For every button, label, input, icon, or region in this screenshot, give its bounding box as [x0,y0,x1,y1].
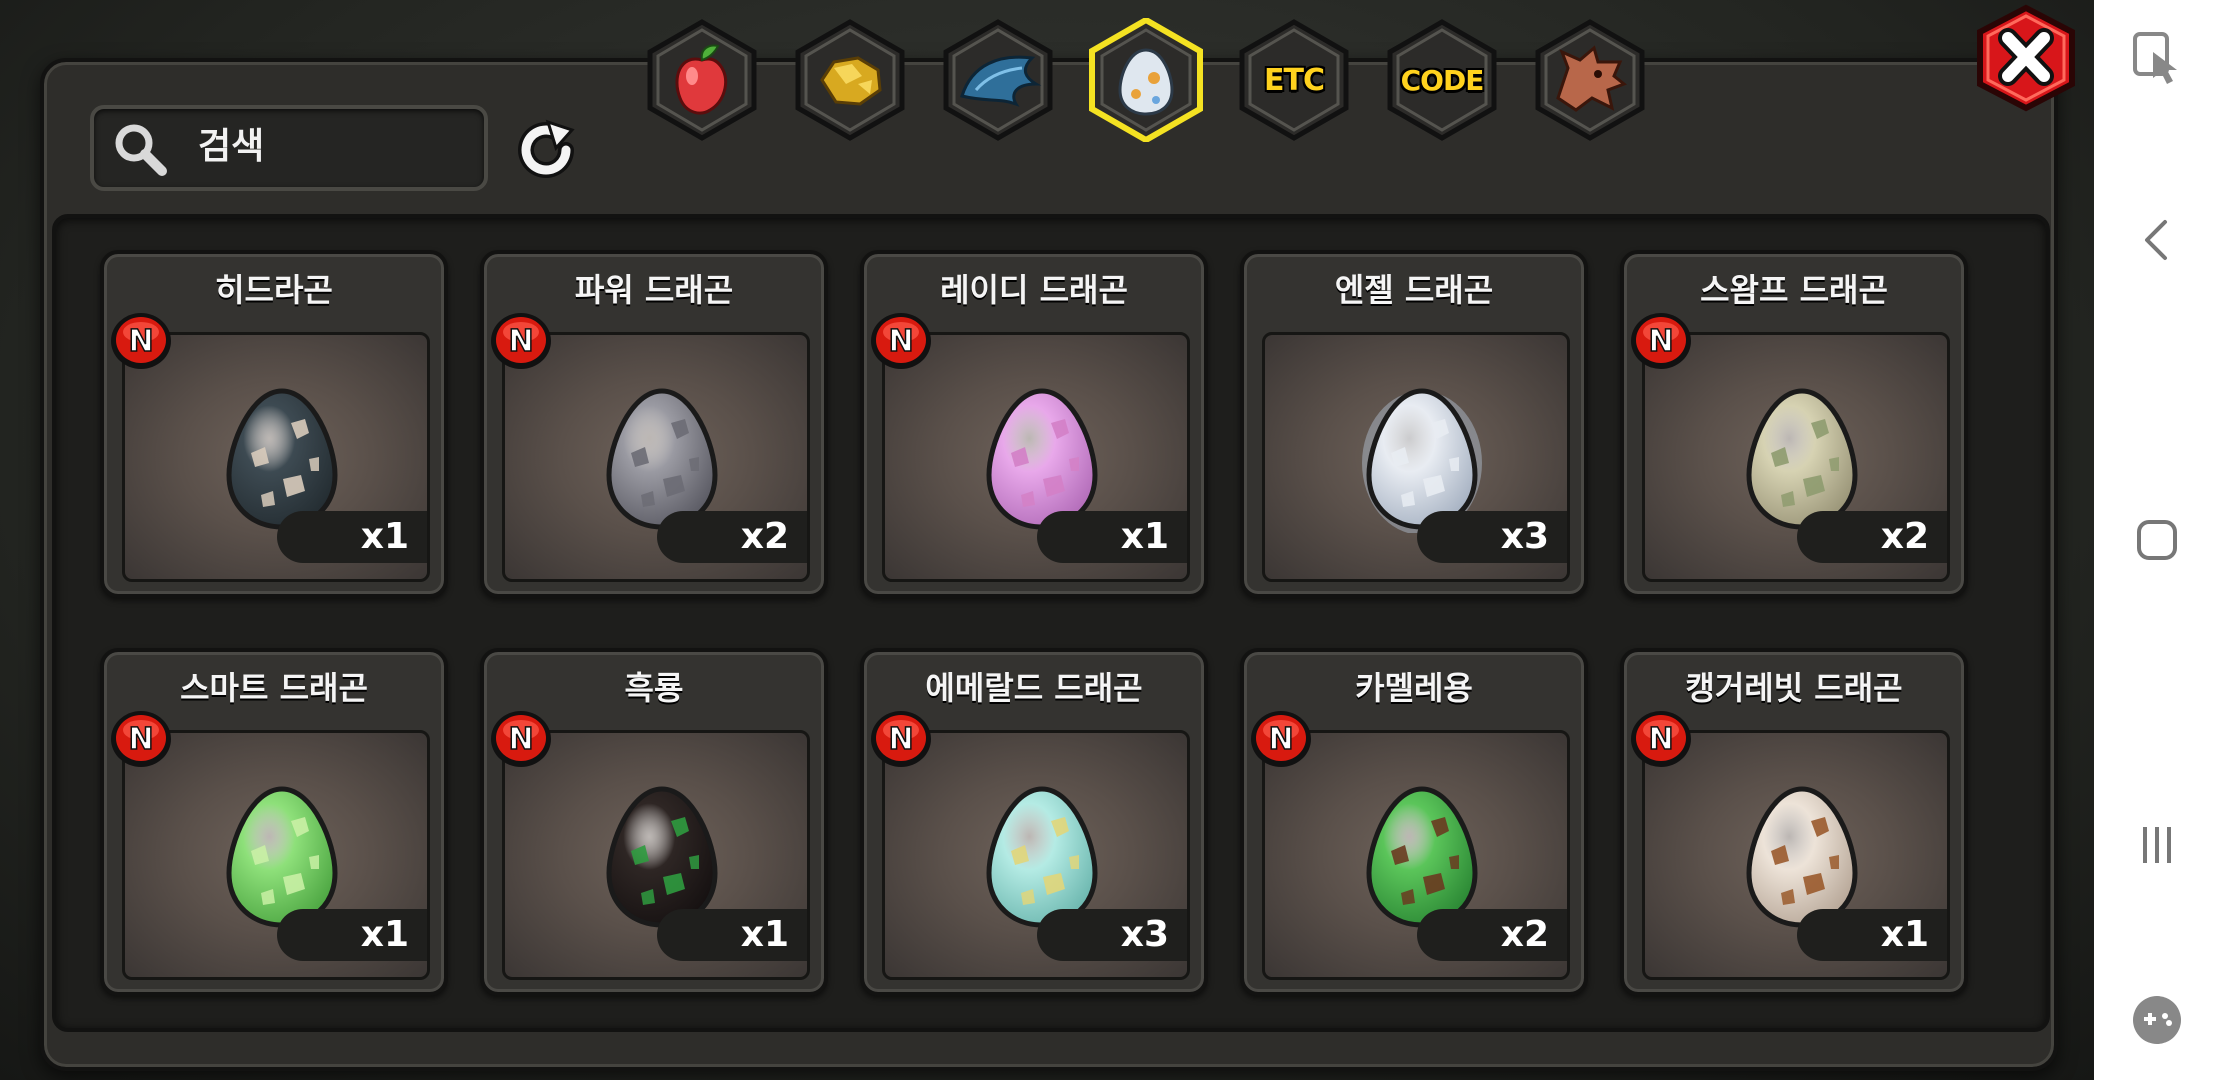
dragon-wing-icon [960,55,1042,107]
dragon-head-icon [1556,45,1627,112]
system-nav-bar [2094,0,2220,1080]
item-name: 캥거레빗 드래곤 [1685,669,1903,707]
egg-icon [1118,48,1174,116]
tab-etc-label: ETC [1264,62,1325,98]
item-card[interactable]: 캥거레빗 드래곤 x1 N [1620,648,1968,996]
tab-code[interactable]: CODE [1380,18,1504,142]
tab-code-label: CODE [1400,63,1485,97]
new-badge: N [111,313,171,369]
search-icon [115,124,167,176]
tab-etc[interactable]: ETC [1232,18,1356,142]
game-tools-icon[interactable] [2127,990,2187,1050]
item-name: 히드라곤 [215,271,333,309]
refresh-icon[interactable] [508,112,584,188]
tab-wing[interactable] [936,18,1060,142]
item-count: x3 [1417,511,1567,563]
new-badge: N [1631,313,1691,369]
back-icon[interactable] [2127,210,2187,270]
new-badge: N [491,711,551,767]
item-card[interactable]: 히드라곤 x1 N [100,250,448,598]
new-badge: N [1251,711,1311,767]
item-card[interactable]: 엔젤 드래곤 x3 [1240,250,1588,598]
item-count: x2 [657,511,807,563]
item-count: x1 [277,511,427,563]
item-name: 파워 드래곤 [574,271,734,309]
close-button[interactable] [1972,4,2080,112]
new-badge-label: N [888,722,913,757]
item-card[interactable]: 스왐프 드래곤 x2 N [1620,250,1968,598]
tab-gold[interactable] [788,18,912,142]
item-name: 스왐프 드래곤 [1700,271,1888,309]
fruit-icon [675,44,727,115]
item-card[interactable]: 흑룡 x1 N [480,648,828,996]
item-name: 흑룡 [624,669,684,707]
category-tabs: ETC CODE [640,18,1645,148]
home-icon[interactable] [2127,510,2187,570]
tab-egg[interactable] [1084,18,1208,142]
item-count: x1 [277,909,427,961]
screen-touch-icon[interactable] [2127,28,2187,88]
new-badge: N [871,711,931,767]
item-slot: x3 [1262,332,1570,582]
item-name: 스마트 드래곤 [180,669,368,707]
item-name: 엔젤 드래곤 [1334,271,1494,309]
item-count: x2 [1417,909,1567,961]
new-badge: N [871,313,931,369]
new-badge-label: N [1648,722,1673,757]
new-badge: N [491,313,551,369]
item-name: 에메랄드 드래곤 [925,669,1143,707]
item-count: x1 [1797,909,1947,961]
item-card[interactable]: 스마트 드래곤 x1 N [100,648,448,996]
new-badge-label: N [128,324,153,359]
new-badge: N [1631,711,1691,767]
item-name: 카멜레용 [1355,669,1473,707]
tab-fruit[interactable] [640,18,764,142]
item-name: 레이디 드래곤 [940,271,1128,309]
new-badge-label: N [888,324,913,359]
item-card[interactable]: 에메랄드 드래곤 x3 N [860,648,1208,996]
search-placeholder: 검색 [198,126,265,167]
recents-icon[interactable] [2127,815,2187,875]
gold-nugget-icon [820,56,882,106]
item-count: x1 [1037,511,1187,563]
item-card[interactable]: 파워 드래곤 x2 N [480,250,828,598]
item-count: x2 [1797,511,1947,563]
new-badge-label: N [1648,324,1673,359]
item-count: x1 [657,909,807,961]
item-count: x3 [1037,909,1187,961]
new-badge-label: N [508,324,533,359]
tab-dragon[interactable] [1528,18,1652,142]
item-card[interactable]: 레이디 드래곤 x1 N [860,250,1208,598]
search-input[interactable]: 검색 [90,105,488,191]
new-badge-label: N [508,722,533,757]
new-badge-label: N [1268,722,1293,757]
close-icon [1998,28,2054,86]
new-badge-label: N [128,722,153,757]
item-card[interactable]: 카멜레용 x2 N [1240,648,1588,996]
new-badge: N [111,711,171,767]
